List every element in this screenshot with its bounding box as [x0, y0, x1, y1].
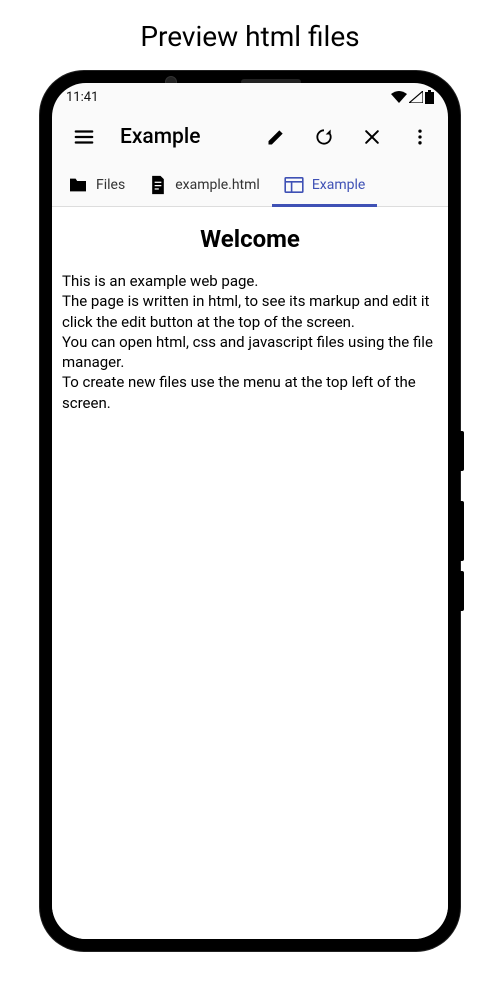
close-icon	[362, 127, 382, 147]
hamburger-icon	[73, 126, 95, 148]
content-body: This is an example web page. The page is…	[62, 271, 438, 413]
tab-label: Example	[312, 177, 365, 193]
app-title: Example	[120, 125, 248, 149]
web-icon	[284, 177, 304, 193]
status-bar: 11:41	[52, 83, 448, 111]
overflow-button[interactable]	[400, 117, 440, 157]
pencil-icon	[266, 127, 286, 147]
refresh-button[interactable]	[304, 117, 344, 157]
tab-preview-example[interactable]: Example	[272, 163, 377, 206]
tab-files[interactable]: Files	[56, 163, 137, 206]
content-heading: Welcome	[62, 225, 438, 253]
status-icons	[391, 90, 434, 104]
more-vert-icon	[410, 127, 430, 147]
phone-frame: 11:41 Example	[40, 71, 460, 951]
tab-label: Files	[96, 177, 125, 193]
phone-side-button	[460, 571, 464, 611]
page-heading: Preview html files	[0, 0, 500, 71]
edit-button[interactable]	[256, 117, 296, 157]
refresh-icon	[314, 127, 334, 147]
menu-button[interactable]	[64, 117, 104, 157]
battery-icon	[425, 90, 434, 104]
phone-side-button	[460, 501, 464, 561]
tab-file-example-html[interactable]: example.html	[137, 163, 272, 206]
tab-label: example.html	[175, 177, 260, 193]
app-bar: Example	[52, 111, 448, 163]
preview-content: Welcome This is an example web page. The…	[52, 207, 448, 939]
folder-icon	[68, 177, 88, 193]
status-time: 11:41	[66, 90, 98, 105]
phone-side-button	[460, 431, 464, 471]
wifi-icon	[391, 91, 407, 103]
file-icon	[149, 175, 167, 195]
tab-bar: Files example.html Example	[52, 163, 448, 207]
close-button[interactable]	[352, 117, 392, 157]
cellular-icon	[409, 91, 423, 103]
phone-screen: 11:41 Example	[52, 83, 448, 939]
